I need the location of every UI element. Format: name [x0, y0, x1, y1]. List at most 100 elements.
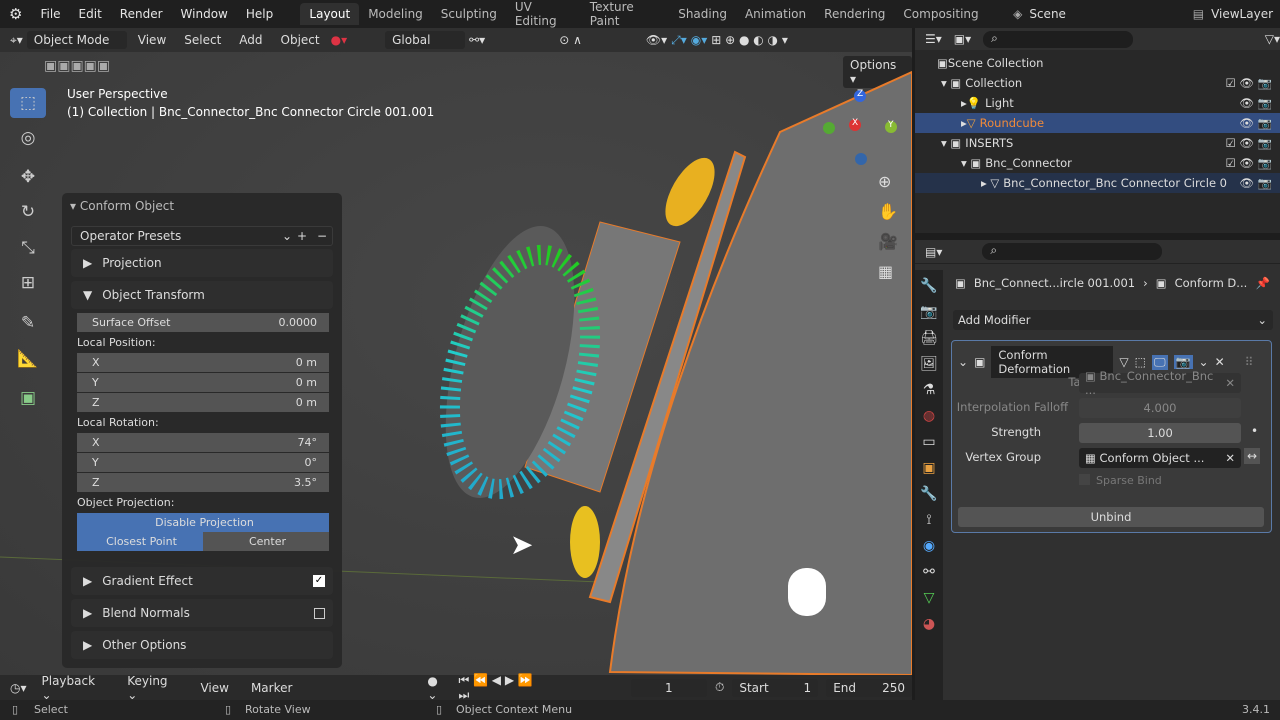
particles-tab-icon[interactable]: ⟟ [926, 512, 931, 528]
object-transform-section[interactable]: ▼ Object Transform [71, 281, 333, 309]
outliner-row-roundcube[interactable]: ▸ ▽ Roundcube 👁 📷 [915, 113, 1280, 133]
playback-controls[interactable]: ⏮ ⏪ ◀ ▶ ⏩ ⏭ [458, 673, 542, 703]
local-rotation-x[interactable]: X 74° [77, 433, 329, 452]
data-tab-icon[interactable]: ▽ [924, 590, 935, 606]
collection-tab-icon[interactable]: ▭ [922, 434, 935, 450]
edit-mode-icon[interactable]: ▽ [1119, 355, 1128, 369]
outliner-row-bnc-circle[interactable]: ▸ ▽ Bnc_Connector_Bnc Connector Circle 0 👁… [915, 173, 1280, 193]
view-layer-selector[interactable]: ViewLayer [1204, 5, 1280, 23]
visibility-toggles[interactable]: ☑ 👁 📷 [1225, 76, 1272, 90]
grid-perspective-icon[interactable]: ▦ [878, 262, 893, 281]
filter-icon[interactable]: ▽▾ [1265, 32, 1280, 46]
menu-window[interactable]: Window [172, 7, 237, 21]
output-tab-icon[interactable]: 🖨 [920, 330, 938, 346]
add-menu[interactable]: Add [232, 31, 269, 49]
outliner-row-collection[interactable]: ▾ ▣ Collection ☑ 👁 📷 [915, 73, 1280, 93]
center-button[interactable]: Center [203, 532, 329, 551]
transform-tool-icon[interactable]: ⊞ [10, 268, 46, 298]
gizmo-y-label[interactable]: Y [888, 120, 894, 130]
tab-shading[interactable]: Shading [669, 3, 736, 25]
outliner-row-scene-collection[interactable]: ▣ Scene Collection [915, 53, 1280, 73]
world-tab-icon[interactable]: ◍ [923, 408, 935, 424]
blend-normals-section[interactable]: ▶ Blend Normals [71, 599, 333, 627]
add-modifier-dropdown[interactable]: Add Modifier ⌄ [953, 310, 1273, 330]
operator-panel-header[interactable]: ▾ Conform Object [70, 199, 174, 213]
zoom-icon[interactable]: ⊕ [878, 172, 891, 191]
display-mode-icon[interactable]: ☰▾ [925, 32, 942, 46]
preview-range-icon[interactable]: ⏱ [715, 680, 724, 695]
breadcrumb-object[interactable]: Bnc_Connect...ircle 001.001 [974, 276, 1135, 290]
scene-tab-icon[interactable]: ⚗ [923, 382, 936, 398]
outliner-row-light[interactable]: ▸ 💡 Light 👁 📷 [915, 93, 1280, 113]
collapse-icon[interactable]: ⌄ [958, 355, 968, 369]
visibility-toggles[interactable]: ☑ 👁 📷 [1225, 136, 1272, 150]
gradient-effect-checkbox[interactable]: ✓ [313, 575, 325, 587]
measure-tool-icon[interactable]: 📐 [10, 344, 46, 374]
menu-edit[interactable]: Edit [70, 7, 111, 21]
breadcrumb-modifier[interactable]: Conform D... [1175, 276, 1248, 290]
tab-rendering[interactable]: Rendering [815, 3, 894, 25]
pin-icon[interactable]: 📌 [1256, 276, 1270, 290]
visibility-icon[interactable]: 👁▾ [646, 33, 667, 47]
sparse-bind-checkbox[interactable]: Sparse Bind [1079, 474, 1162, 487]
auto-key-icon[interactable]: ● ⌄ [427, 674, 450, 702]
other-options-section[interactable]: ▶ Other Options [71, 631, 333, 659]
scale-tool-icon[interactable]: ⤡ [10, 233, 46, 263]
overlay-icon[interactable]: ◉▾ [691, 33, 708, 47]
select-menu[interactable]: Select [177, 31, 228, 49]
rotate-tool-icon[interactable]: ↻ [10, 197, 46, 227]
outliner-search-field[interactable]: ⌕ [983, 30, 1133, 48]
blender-logo-icon[interactable]: ⚙ [0, 5, 31, 23]
orientation-selector[interactable]: Global [385, 31, 466, 49]
move-tool-icon[interactable]: ✥ [10, 162, 46, 192]
view-layer-tab-icon[interactable]: 🖼 [920, 356, 938, 372]
outliner-row-inserts[interactable]: ▾ ▣ INSERTS ☑ 👁 📷 [915, 133, 1280, 153]
tool-tab-icon[interactable]: 🔧 [920, 278, 937, 294]
proportional-edit-icon[interactable]: ⊙ ∧ [559, 33, 582, 47]
invert-vertex-group-icon[interactable]: ↔ [1244, 448, 1261, 464]
remove-preset-icon[interactable]: − [312, 229, 332, 243]
closest-point-button[interactable]: Closest Point [77, 532, 203, 551]
tab-animation[interactable]: Animation [736, 3, 815, 25]
material-tab-icon[interactable]: ◕ [923, 616, 935, 632]
target-field[interactable]: ▣ Bnc_Connector_Bnc ... ✕ [1079, 369, 1241, 397]
menu-help[interactable]: Help [237, 7, 282, 21]
editor-type-icon[interactable]: ◷▾ [10, 681, 27, 695]
add-preset-icon[interactable]: + [292, 229, 312, 243]
local-position-x[interactable]: X 0 m [77, 353, 329, 372]
tab-compositing[interactable]: Compositing [894, 3, 987, 25]
local-rotation-y[interactable]: Y 0° [77, 453, 329, 472]
annotate-tool-icon[interactable]: ✎ [10, 308, 46, 338]
current-frame-field[interactable]: 1 [630, 678, 707, 697]
interpolation-falloff-field[interactable]: 4.000 [1079, 398, 1241, 418]
object-tab-icon[interactable]: ▣ [922, 460, 935, 476]
pan-hand-icon[interactable]: ✋ [878, 202, 898, 221]
object-menu[interactable]: Object [274, 31, 327, 49]
dropdown-icon[interactable]: ⌄ [1199, 355, 1209, 369]
add-cube-tool-icon[interactable]: ▣ [10, 383, 46, 413]
disable-projection-button[interactable]: Disable Projection [77, 513, 329, 532]
camera-icon[interactable]: 🎥 [878, 232, 898, 251]
keying-menu[interactable]: Keying ⌄ [120, 672, 185, 704]
menu-file[interactable]: File [31, 7, 69, 21]
visibility-toggles[interactable]: ☑ 👁 📷 [1225, 156, 1272, 170]
gradient-effect-section[interactable]: ▶ Gradient Effect ✓ [71, 567, 333, 595]
drag-handle-icon[interactable]: ⠿ [1245, 355, 1254, 369]
modifier-tab-icon[interactable]: 🔧 [920, 486, 937, 502]
pivot-icon[interactable]: ⚯▾ [469, 33, 485, 47]
gizmo-z-label[interactable]: Z [857, 89, 863, 99]
local-position-z[interactable]: Z 0 m [77, 393, 329, 412]
mode-selector[interactable]: Object Mode [26, 31, 127, 49]
vertex-group-field[interactable]: ▦ Conform Object ... ✕ [1079, 448, 1241, 468]
editor-type-icon[interactable]: ⌖▾ [10, 33, 23, 48]
physics-tab-icon[interactable]: ◉ [923, 538, 935, 554]
surface-offset-field[interactable]: Surface Offset 0.0000 [77, 313, 329, 332]
scene-selector[interactable]: Scene [1022, 5, 1132, 23]
filter-view-icon[interactable]: ▣▾ [954, 32, 971, 46]
cursor-tool-icon[interactable]: ◎ [10, 123, 46, 153]
timeline-view-menu[interactable]: View [193, 679, 235, 697]
select-box-tool-icon[interactable]: ⬚ [10, 88, 46, 118]
local-rotation-z[interactable]: Z 3.5° [77, 473, 329, 492]
operator-presets-dropdown[interactable]: Operator Presets ⌄ + − [71, 226, 333, 246]
properties-search-field[interactable]: ⌕ [982, 243, 1163, 260]
